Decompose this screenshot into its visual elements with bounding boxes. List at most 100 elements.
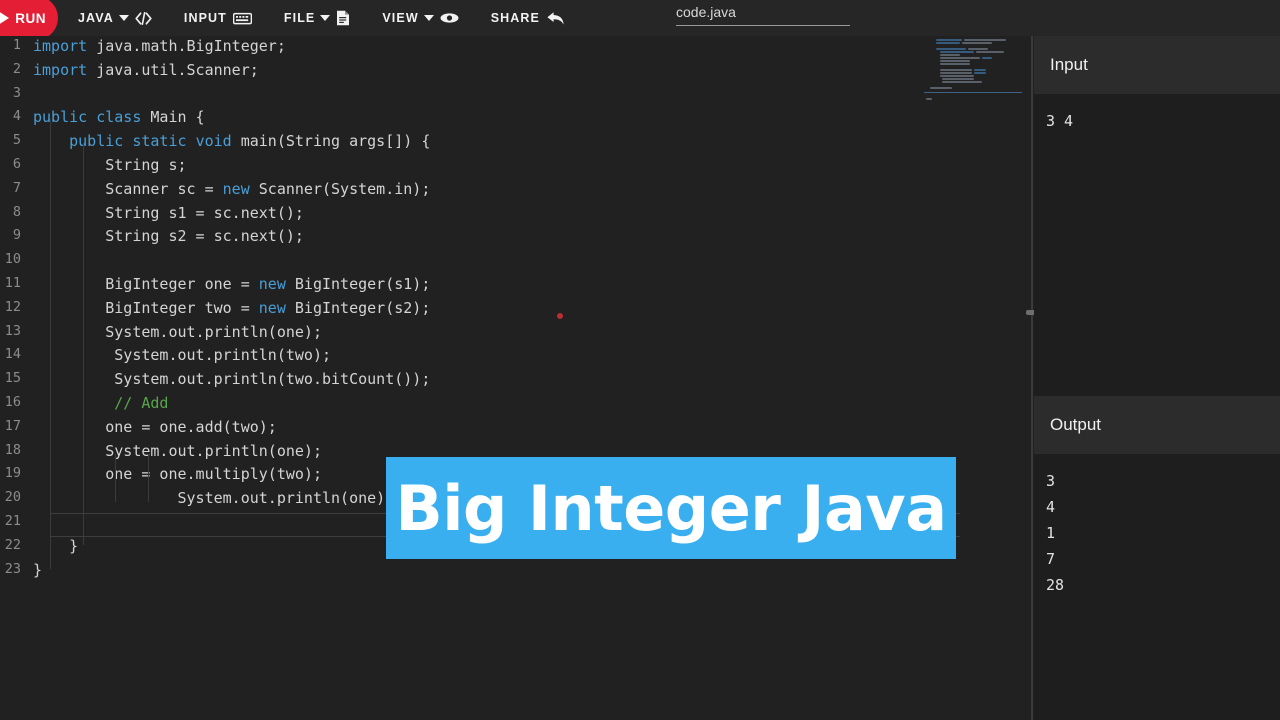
menu-item-view-label: VIEW — [382, 11, 419, 25]
code-line[interactable]: System.out.println(two); — [33, 346, 331, 364]
code-keyword: class — [96, 108, 142, 127]
output-line: 28 — [1046, 576, 1065, 594]
line-number: 23 — [4, 560, 21, 577]
line-number: 8 — [12, 203, 21, 220]
title-banner-text: Big Integer Java — [395, 471, 947, 545]
code-line[interactable]: System.out.println(two.bitCount()); — [33, 370, 430, 388]
code-line[interactable]: one = one.add(two); — [33, 418, 277, 436]
line-number: 22 — [4, 536, 21, 553]
io-panel: Input 3 4 Output 3 4 1 7 28 — [1034, 36, 1280, 720]
code-line[interactable]: import java.util.Scanner; — [33, 61, 259, 79]
chevron-down-icon — [118, 15, 129, 21]
menu-item-view[interactable]: VIEW — [382, 11, 459, 25]
code-line[interactable]: System.out.println(one); — [33, 442, 322, 460]
menu-item-java[interactable]: JAVA — [78, 11, 152, 25]
line-number: 19 — [4, 465, 21, 482]
code-keyword: void — [195, 132, 232, 151]
code-line[interactable]: String s; — [33, 156, 186, 174]
menu-item-input[interactable]: INPUT — [184, 11, 252, 25]
input-pane-body[interactable]: 3 4 — [1034, 94, 1280, 134]
filename-field[interactable]: code.java — [676, 4, 852, 26]
output-line: 3 — [1046, 472, 1056, 490]
code-line[interactable]: BigInteger one = new BigInteger(s1); — [33, 275, 430, 293]
title-banner: Big Integer Java — [386, 457, 956, 559]
code-line[interactable]: String s2 = sc.next(); — [33, 227, 304, 245]
menu-item-share-label: SHARE — [490, 11, 540, 25]
code-line[interactable]: } — [33, 561, 42, 579]
input-value[interactable]: 3 4 — [1046, 108, 1280, 134]
play-icon — [0, 11, 10, 25]
code-keyword: import — [33, 37, 88, 55]
line-number: 14 — [4, 346, 21, 363]
code-playground-app: RUN JAVA INPUT FILE VIEW SHARE code.java… — [0, 0, 1280, 720]
indent-guide — [50, 119, 51, 569]
code-line[interactable]: one = one.multiply(two); — [33, 465, 322, 483]
share-arrow-icon — [546, 11, 565, 26]
code-keyword: new — [258, 298, 286, 317]
indent-guide — [83, 143, 84, 545]
code-keyword: public — [69, 132, 124, 151]
line-number: 21 — [4, 513, 21, 529]
code-keyword: new — [258, 275, 286, 293]
code-keyword: static — [132, 132, 187, 151]
line-number: 17 — [4, 417, 21, 434]
code-editor[interactable]: 1 2 3 4 5 6 7 8 9 10 11 12 13 14 15 16 17 18 19 20 21 22 23 im… — [0, 36, 1024, 720]
output-pane-header: Output — [1034, 396, 1280, 454]
chevron-down-icon — [423, 15, 434, 21]
indent-guide — [148, 454, 149, 502]
filename-underline — [676, 25, 850, 26]
menu-item-share[interactable]: SHARE — [491, 11, 565, 26]
line-number: 4 — [12, 108, 21, 125]
output-pane-body: 3 4 1 7 28 — [1034, 454, 1280, 598]
code-line[interactable]: System.out.println(one); — [33, 323, 322, 341]
code-line[interactable]: System.out.println(one); — [33, 489, 394, 507]
menu-item-java-label: JAVA — [78, 11, 114, 25]
code-line[interactable]: String s1 = sc.next(); — [33, 204, 304, 222]
line-number: 12 — [4, 298, 21, 315]
filename-value: code.java — [676, 4, 736, 20]
top-toolbar: RUN JAVA INPUT FILE VIEW SHARE code.java — [0, 0, 1280, 40]
code-icon — [135, 11, 152, 25]
line-number: 2 — [12, 60, 21, 77]
code-line[interactable]: } — [33, 537, 78, 555]
input-pane-header: Input — [1034, 36, 1280, 94]
line-number: 1 — [12, 37, 21, 53]
input-pane: Input 3 4 — [1034, 36, 1280, 396]
output-pane-title: Output — [1050, 415, 1102, 434]
code-line[interactable]: Scanner sc = new Scanner(System.in); — [33, 180, 430, 198]
output-lines: 3 4 1 7 28 — [1046, 468, 1280, 598]
line-number: 7 — [12, 179, 21, 196]
panel-splitter[interactable] — [1031, 36, 1033, 720]
output-line: 7 — [1046, 550, 1056, 568]
line-number: 16 — [4, 394, 21, 410]
document-icon — [336, 10, 350, 26]
line-number: 3 — [12, 84, 21, 101]
code-keyword: import — [33, 60, 88, 79]
menu-item-file[interactable]: FILE — [284, 10, 350, 26]
run-button[interactable]: RUN — [0, 0, 58, 40]
code-line[interactable]: import java.math.BigInteger; — [33, 37, 286, 55]
code-line[interactable]: public class Main { — [33, 108, 205, 126]
output-line: 1 — [1046, 524, 1056, 542]
mouse-pointer-marker — [557, 313, 563, 319]
keyboard-icon — [232, 12, 252, 25]
menu-item-file-label: FILE — [283, 11, 316, 25]
output-line: 4 — [1046, 498, 1056, 516]
code-line[interactable]: // Add — [33, 394, 168, 412]
code-line[interactable]: BigInteger two = new BigInteger(s2); — [33, 299, 430, 317]
line-number: 6 — [12, 156, 21, 172]
line-number: 18 — [4, 441, 21, 458]
line-number: 15 — [4, 370, 21, 387]
line-number: 11 — [4, 275, 21, 291]
toolbar-menu: JAVA INPUT FILE VIEW SHARE — [78, 0, 597, 36]
line-number: 9 — [12, 227, 21, 244]
line-number: 10 — [4, 251, 21, 268]
line-number: 13 — [4, 322, 21, 339]
indent-guide — [115, 454, 116, 502]
input-pane-title: Input — [1050, 55, 1088, 74]
run-button-label: RUN — [15, 10, 46, 26]
editor-minimap[interactable] — [922, 36, 1022, 100]
code-line[interactable]: public static void main(String args[]) { — [33, 132, 430, 150]
menu-item-input-label: INPUT — [183, 11, 227, 25]
line-number: 5 — [12, 132, 21, 149]
